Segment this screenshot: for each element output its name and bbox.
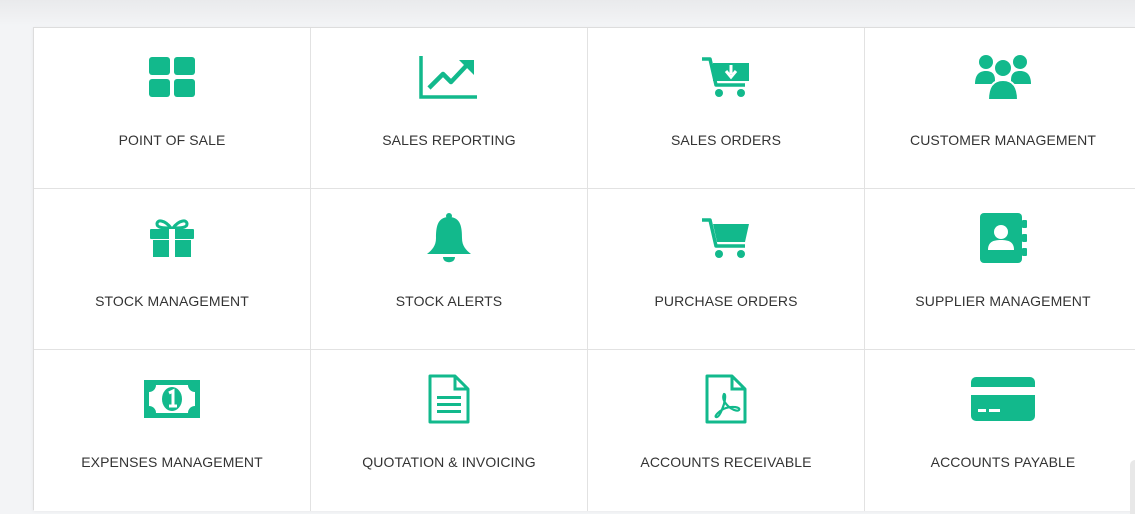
top-shade — [0, 0, 1135, 26]
tile-stock-management[interactable]: STOCK MANAGEMENT — [34, 189, 311, 350]
bell-icon — [311, 211, 587, 265]
tile-label: PURCHASE ORDERS — [654, 293, 798, 309]
credit-card-icon — [865, 372, 1135, 426]
tile-sales-orders[interactable]: SALES ORDERS — [588, 28, 865, 189]
tile-accounts-receivable[interactable]: ACCOUNTS RECEIVABLE — [588, 350, 865, 511]
shopping-cart-icon — [588, 211, 864, 265]
tile-accounts-payable[interactable]: ACCOUNTS PAYABLE — [865, 350, 1135, 511]
tile-expenses-management[interactable]: EXPENSES MANAGEMENT — [34, 350, 311, 511]
address-book-icon — [865, 211, 1135, 265]
tile-customer-management[interactable]: CUSTOMER MANAGEMENT — [865, 28, 1135, 189]
users-icon — [865, 50, 1135, 104]
tile-purchase-orders[interactable]: PURCHASE ORDERS — [588, 189, 865, 350]
line-chart-icon — [311, 50, 587, 104]
tile-label: CUSTOMER MANAGEMENT — [910, 132, 1096, 148]
tile-stock-alerts[interactable]: STOCK ALERTS — [311, 189, 588, 350]
tile-label: SALES REPORTING — [382, 132, 516, 148]
tile-quotation-invoicing[interactable]: QUOTATION & INVOICING — [311, 350, 588, 511]
file-pdf-icon — [588, 372, 864, 426]
tile-label: POINT OF SALE — [118, 132, 226, 148]
file-text-icon — [311, 372, 587, 426]
tile-label: ACCOUNTS PAYABLE — [930, 454, 1076, 470]
cart-download-icon — [588, 50, 864, 104]
tile-label: SUPPLIER MANAGEMENT — [915, 293, 1091, 309]
tile-label: QUOTATION & INVOICING — [362, 454, 536, 470]
tile-supplier-management[interactable]: SUPPLIER MANAGEMENT — [865, 189, 1135, 350]
tile-label: STOCK MANAGEMENT — [95, 293, 249, 309]
grid-icon — [34, 50, 310, 104]
gift-icon — [34, 211, 310, 265]
tile-label: ACCOUNTS RECEIVABLE — [640, 454, 812, 470]
scroll-edge — [1130, 460, 1135, 514]
modules-panel: POINT OF SALE SALES REPORTING SALES ORDE… — [33, 27, 1135, 511]
modules-grid: POINT OF SALE SALES REPORTING SALES ORDE… — [34, 28, 1135, 511]
money-bill-icon — [34, 372, 310, 426]
tile-sales-reporting[interactable]: SALES REPORTING — [311, 28, 588, 189]
tile-label: STOCK ALERTS — [395, 293, 503, 309]
tile-point-of-sale[interactable]: POINT OF SALE — [34, 28, 311, 189]
tile-label: SALES ORDERS — [670, 132, 782, 148]
tile-label: EXPENSES MANAGEMENT — [81, 454, 263, 470]
